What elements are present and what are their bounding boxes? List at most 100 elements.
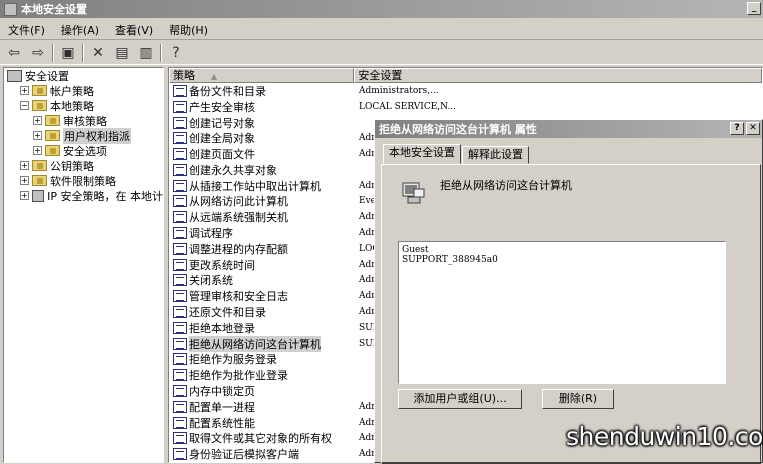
tree-item[interactable]: 安全设置: [4, 68, 163, 83]
console-tree[interactable]: 安全设置 + 帐户策略 − 本地策略 + 审核策略 + 用户权利指派 + 安全选项 + 公钥策略 + 软件限…: [3, 67, 164, 463]
folder-icon: [32, 85, 47, 96]
tree-item-label: 安全选项: [63, 144, 107, 158]
export-list-icon[interactable]: ▥: [136, 43, 156, 63]
policy-icon: [173, 290, 187, 303]
dialog-tabs: 本地安全设置 解释此设置: [383, 144, 530, 164]
menu-file[interactable]: 文件(F): [0, 22, 53, 38]
policy-icon: [173, 84, 187, 97]
tab-local-security-setting[interactable]: 本地安全设置: [383, 144, 461, 164]
tree-item[interactable]: + 公钥策略: [4, 158, 163, 173]
policy-name: 从网络访问此计算机: [189, 195, 288, 209]
policy-cell: 备份文件和目录: [169, 83, 355, 99]
tree-item[interactable]: + IP 安全策略，在 本地计: [4, 188, 163, 203]
policy-cell: 拒绝作为批作业登录: [169, 367, 355, 383]
policy-cell: 身份验证后模拟客户端: [169, 446, 355, 462]
column-header-setting[interactable]: 安全设置: [354, 68, 762, 83]
tree-item[interactable]: + 安全选项: [4, 143, 163, 158]
policy-name: 拒绝作为服务登录: [189, 353, 277, 367]
up-folder-icon[interactable]: ▣: [58, 43, 78, 63]
folder-icon: [45, 115, 60, 126]
window-title: 本地安全设置: [21, 3, 87, 16]
expand-plus-icon[interactable]: +: [20, 191, 29, 200]
tree-item[interactable]: + 帐户策略: [4, 83, 163, 98]
collapse-minus-icon[interactable]: −: [20, 101, 29, 110]
expand-plus-icon[interactable]: +: [20, 176, 29, 185]
menu-action[interactable]: 操作(A): [53, 22, 107, 38]
list-row[interactable]: 产生安全审核 LOCAL SERVICE,N...: [169, 99, 762, 115]
tree-item-label: 本地策略: [50, 99, 94, 113]
policy-cell: 拒绝从网络访问这台计算机: [169, 335, 355, 352]
policy-name: 产生安全审核: [189, 100, 255, 114]
users-listbox[interactable]: Guest SUPPORT_388945a0: [398, 241, 726, 384]
expand-plus-icon[interactable]: +: [33, 131, 42, 140]
expand-plus-icon[interactable]: +: [33, 116, 42, 125]
toolbar-separator: [52, 43, 54, 62]
forward-arrow-icon[interactable]: ⇨: [28, 43, 48, 63]
dialog-titlebar: 拒绝从网络访问这台计算机 属性 ? ✕: [375, 120, 762, 138]
list-header: 策略 ▲ 安全设置: [169, 68, 762, 83]
remove-button[interactable]: 删除(R): [542, 389, 614, 409]
policy-name: 调试程序: [189, 227, 233, 241]
monitor-icon: [31, 189, 45, 202]
add-user-or-group-button[interactable]: 添加用户或组(U)...: [398, 389, 522, 409]
policy-cell: 创建记号对象: [169, 115, 355, 131]
menu-help[interactable]: 帮助(H): [161, 22, 216, 38]
window-buttons: _: [747, 2, 761, 15]
policy-cell: 还原文件和目录: [169, 304, 355, 320]
tree-item[interactable]: + 审核策略: [4, 113, 163, 128]
policy-name: 创建记号对象: [189, 116, 255, 130]
policy-name: 更改系统时间: [189, 258, 255, 272]
folder-icon: [32, 160, 47, 171]
tree-item[interactable]: + 用户权利指派: [4, 127, 163, 144]
expand-plus-icon[interactable]: +: [20, 161, 29, 170]
policy-cell: 拒绝作为服务登录: [169, 351, 355, 367]
policy-icon: [173, 400, 187, 413]
user-item[interactable]: Guest: [402, 245, 722, 255]
policy-icon: [173, 353, 187, 366]
user-item[interactable]: SUPPORT_388945a0: [402, 255, 722, 265]
folder-icon: [45, 130, 60, 141]
dialog-buttons: ? ✕: [730, 122, 760, 135]
tree-item[interactable]: − 本地策略: [4, 98, 163, 113]
delete-x-icon[interactable]: ✕: [88, 43, 108, 63]
column-header-policy[interactable]: 策略 ▲: [169, 68, 355, 83]
policy-icon: [173, 227, 187, 240]
policy-name: 还原文件和目录: [189, 306, 266, 320]
back-arrow-icon[interactable]: ⇦: [4, 43, 24, 63]
toolbar: ⇦ ⇨ ▣ ✕ ▤ ▥ ?: [0, 41, 763, 65]
policy-icon: [173, 100, 187, 113]
policy-icon: [173, 179, 187, 192]
properties-icon[interactable]: ▤: [112, 43, 132, 63]
policy-name: 创建永久共享对象: [189, 163, 277, 177]
folder-icon: [45, 145, 60, 156]
tree-item[interactable]: + 软件限制策略: [4, 173, 163, 188]
tree-item-label: 软件限制策略: [50, 174, 116, 188]
policy-icon: [173, 448, 187, 461]
policy-name: 管理审核和安全日志: [189, 290, 288, 304]
close-button[interactable]: ✕: [746, 122, 760, 135]
expand-plus-icon[interactable]: +: [33, 146, 42, 155]
policy-icon: [173, 195, 187, 208]
policy-cell: 创建页面文件: [169, 146, 355, 162]
policy-icon: [173, 116, 187, 129]
policy-cell: 从插接工作站中取出计算机: [169, 178, 355, 194]
menu-view[interactable]: 查看(V): [107, 22, 161, 38]
list-row[interactable]: 备份文件和目录 Administrators,...: [169, 83, 762, 99]
policy-cell: 拒绝本地登录: [169, 320, 355, 336]
tab-explain-setting[interactable]: 解释此设置: [462, 146, 529, 164]
folder-icon: [32, 100, 47, 111]
help-button[interactable]: ?: [730, 122, 744, 135]
policy-icon: [173, 163, 187, 176]
help-icon[interactable]: ?: [166, 43, 186, 63]
policy-cell: 从网络访问此计算机: [169, 193, 355, 209]
policy-name: 从远端系统强制关机: [189, 211, 288, 225]
expand-plus-icon[interactable]: +: [20, 86, 29, 95]
policy-icon: [173, 242, 187, 255]
policy-cell: 创建全局对象: [169, 130, 355, 146]
site-watermark: shenduwin10.com: [566, 422, 763, 451]
properties-dialog: 拒绝从网络访问这台计算机 属性 ? ✕ 本地安全设置 解释此设置 拒绝从网络访问…: [374, 119, 763, 464]
sort-ascending-icon: ▲: [211, 72, 218, 81]
minimize-button[interactable]: _: [747, 2, 761, 15]
policy-cell: 调整进程的内存配额: [169, 241, 355, 257]
policy-cell: 管理审核和安全日志: [169, 288, 355, 304]
